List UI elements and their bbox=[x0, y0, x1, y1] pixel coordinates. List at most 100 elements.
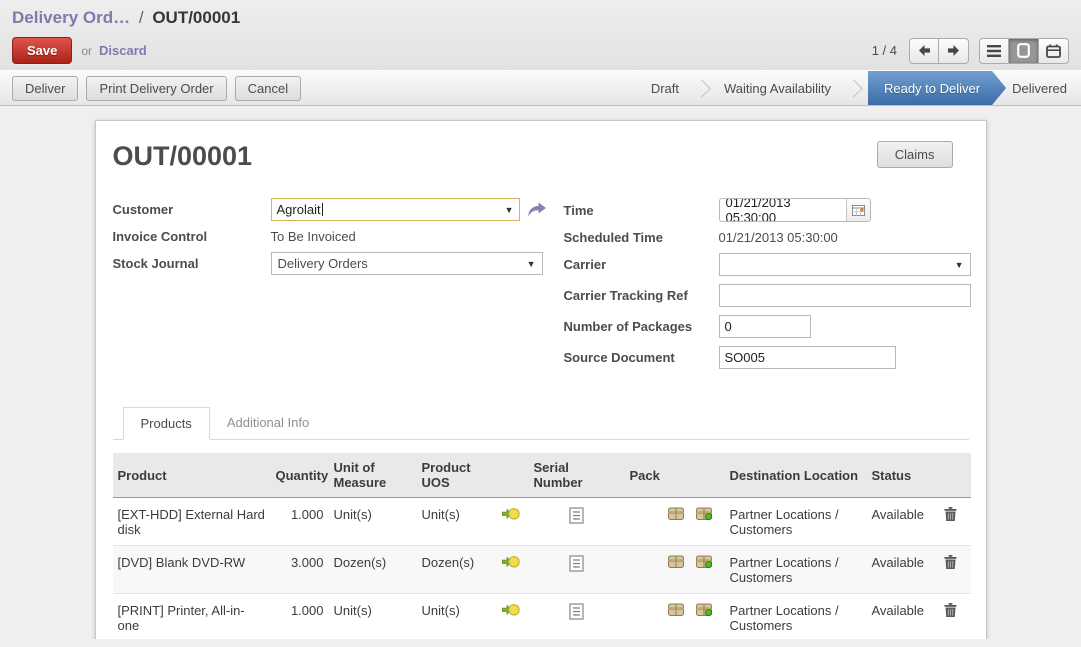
cell-status: Available bbox=[867, 546, 931, 594]
delete-row-icon[interactable] bbox=[944, 555, 957, 570]
cell-destination[interactable]: Partner Locations / Customers bbox=[725, 594, 867, 640]
number-of-packages-label: Number of Packages bbox=[564, 319, 719, 334]
split-move-icon[interactable] bbox=[502, 603, 520, 617]
col-quantity[interactable]: Quantity bbox=[271, 453, 329, 498]
form-sheet: OUT/00001 Claims Customer Agrolait ▼ Inv… bbox=[95, 120, 987, 639]
delete-row-icon[interactable] bbox=[944, 507, 957, 522]
col-unit-of-measure[interactable]: Unit of Measure bbox=[329, 453, 417, 498]
package-add-icon[interactable] bbox=[696, 555, 712, 568]
breadcrumb-current: OUT/00001 bbox=[152, 8, 240, 27]
split-move-icon[interactable] bbox=[502, 507, 520, 521]
cell-uos[interactable]: Unit(s) bbox=[417, 594, 493, 640]
chevron-down-icon[interactable]: ▼ bbox=[499, 205, 514, 215]
stock-journal-select[interactable]: Delivery Orders ▼ bbox=[271, 252, 543, 275]
form-view-button[interactable] bbox=[1009, 38, 1039, 64]
calendar-view-button[interactable] bbox=[1039, 38, 1069, 64]
cell-uom[interactable]: Unit(s) bbox=[329, 594, 417, 640]
customer-input[interactable]: Agrolait ▼ bbox=[271, 198, 520, 221]
customer-field-wrap: Agrolait ▼ bbox=[271, 198, 559, 221]
tab-products[interactable]: Products bbox=[123, 407, 210, 440]
cell-quantity[interactable]: 1.000 bbox=[271, 594, 329, 640]
carrier-tracking-ref-input[interactable] bbox=[719, 284, 971, 307]
tab-additional-info[interactable]: Additional Info bbox=[210, 407, 326, 439]
cell-uos[interactable]: Unit(s) bbox=[417, 498, 493, 546]
status-step-ready-to-deliver: Ready to Deliver bbox=[868, 71, 1006, 105]
col-serial-number[interactable]: Serial Number bbox=[529, 453, 625, 498]
chevron-right-icon bbox=[844, 79, 862, 97]
breadcrumb: Delivery Ord… / OUT/00001 bbox=[12, 8, 1069, 28]
package-add-icon[interactable] bbox=[696, 507, 712, 520]
status-steps: Draft Waiting Availability Ready to Deli… bbox=[637, 71, 1081, 105]
chevron-down-icon: ▼ bbox=[949, 260, 964, 270]
cell-quantity[interactable]: 3.000 bbox=[271, 546, 329, 594]
customer-value: Agrolait bbox=[277, 202, 321, 217]
carrier-select[interactable]: ▼ bbox=[719, 253, 971, 276]
col-product[interactable]: Product bbox=[113, 453, 271, 498]
cancel-button[interactable]: Cancel bbox=[235, 76, 301, 101]
scheduled-time-label: Scheduled Time bbox=[564, 230, 719, 245]
cell-uos[interactable]: Dozen(s) bbox=[417, 546, 493, 594]
or-text: or bbox=[81, 44, 92, 58]
time-input[interactable]: 01/21/2013 05:30:00 bbox=[719, 198, 871, 222]
list-view-icon bbox=[987, 45, 1001, 57]
status-step-waiting-availability: Waiting Availability bbox=[710, 71, 845, 105]
chevron-right-icon bbox=[692, 79, 710, 97]
cell-uom[interactable]: Unit(s) bbox=[329, 498, 417, 546]
scheduled-time-value: 01/21/2013 05:30:00 bbox=[719, 230, 971, 245]
pager-buttons bbox=[909, 38, 969, 64]
cell-product[interactable]: [EXT-HDD] External Hard disk bbox=[113, 498, 271, 546]
number-of-packages-input[interactable]: 0 bbox=[719, 315, 811, 338]
cell-uom[interactable]: Dozen(s) bbox=[329, 546, 417, 594]
package-icon[interactable] bbox=[668, 603, 684, 616]
claims-button[interactable]: Claims bbox=[877, 141, 953, 168]
table-row[interactable]: [PRINT] Printer, All-in-one 1.000 Unit(s… bbox=[113, 594, 971, 640]
invoice-control-label: Invoice Control bbox=[113, 229, 271, 244]
time-label: Time bbox=[564, 203, 719, 218]
package-add-icon[interactable] bbox=[696, 603, 712, 616]
delete-row-icon[interactable] bbox=[944, 603, 957, 618]
source-document-input[interactable]: SO005 bbox=[719, 346, 896, 369]
title-row: OUT/00001 Claims bbox=[113, 141, 969, 172]
package-icon[interactable] bbox=[668, 507, 684, 520]
deliver-button[interactable]: Deliver bbox=[12, 76, 78, 101]
datepicker-button[interactable] bbox=[846, 199, 870, 221]
left-field-column: Customer Agrolait ▼ Invoice Control To B… bbox=[113, 198, 559, 369]
cell-destination[interactable]: Partner Locations / Customers bbox=[725, 498, 867, 546]
top-header: Delivery Ord… / OUT/00001 Save or Discar… bbox=[0, 0, 1081, 70]
print-delivery-order-button[interactable]: Print Delivery Order bbox=[86, 76, 226, 101]
split-move-icon[interactable] bbox=[502, 555, 520, 569]
cell-status: Available bbox=[867, 594, 931, 640]
table-row[interactable]: [DVD] Blank DVD-RW 3.000 Dozen(s) Dozen(… bbox=[113, 546, 971, 594]
cell-destination[interactable]: Partner Locations / Customers bbox=[725, 546, 867, 594]
pager-previous-button[interactable] bbox=[909, 38, 939, 64]
list-view-button[interactable] bbox=[979, 38, 1009, 64]
col-status[interactable]: Status bbox=[867, 453, 931, 498]
carrier-label: Carrier bbox=[564, 257, 719, 272]
content-area: OUT/00001 Claims Customer Agrolait ▼ Inv… bbox=[0, 106, 1081, 639]
cell-status: Available bbox=[867, 498, 931, 546]
cell-product[interactable]: [PRINT] Printer, All-in-one bbox=[113, 594, 271, 640]
table-row[interactable]: [EXT-HDD] External Hard disk 1.000 Unit(… bbox=[113, 498, 971, 546]
pager-counter: 1 / 4 bbox=[872, 43, 897, 58]
notebook-tabs: Products Additional Info bbox=[113, 407, 969, 440]
cell-quantity[interactable]: 1.000 bbox=[271, 498, 329, 546]
serial-number-form-icon[interactable] bbox=[569, 603, 584, 620]
stock-journal-label: Stock Journal bbox=[113, 256, 271, 271]
col-destination-location[interactable]: Destination Location bbox=[725, 453, 867, 498]
discard-button[interactable]: Discard bbox=[99, 43, 147, 58]
serial-number-form-icon[interactable] bbox=[569, 555, 584, 572]
save-button[interactable]: Save bbox=[12, 37, 72, 64]
breadcrumb-parent-link[interactable]: Delivery Ord… bbox=[12, 8, 130, 27]
carrier-tracking-ref-label: Carrier Tracking Ref bbox=[564, 288, 719, 303]
package-icon[interactable] bbox=[668, 555, 684, 568]
serial-number-form-icon[interactable] bbox=[569, 507, 584, 524]
action-row: Save or Discard 1 / 4 bbox=[12, 37, 1069, 64]
right-field-column: Time 01/21/2013 05:30:00 Scheduled Time … bbox=[564, 198, 969, 369]
chevron-down-icon: ▼ bbox=[521, 259, 536, 269]
open-record-icon[interactable] bbox=[527, 202, 547, 218]
pager-next-button[interactable] bbox=[939, 38, 969, 64]
col-pack[interactable]: Pack bbox=[625, 453, 725, 498]
col-product-uos[interactable]: Product UOS bbox=[417, 453, 493, 498]
cell-product[interactable]: [DVD] Blank DVD-RW bbox=[113, 546, 271, 594]
time-value: 01/21/2013 05:30:00 bbox=[720, 198, 846, 222]
